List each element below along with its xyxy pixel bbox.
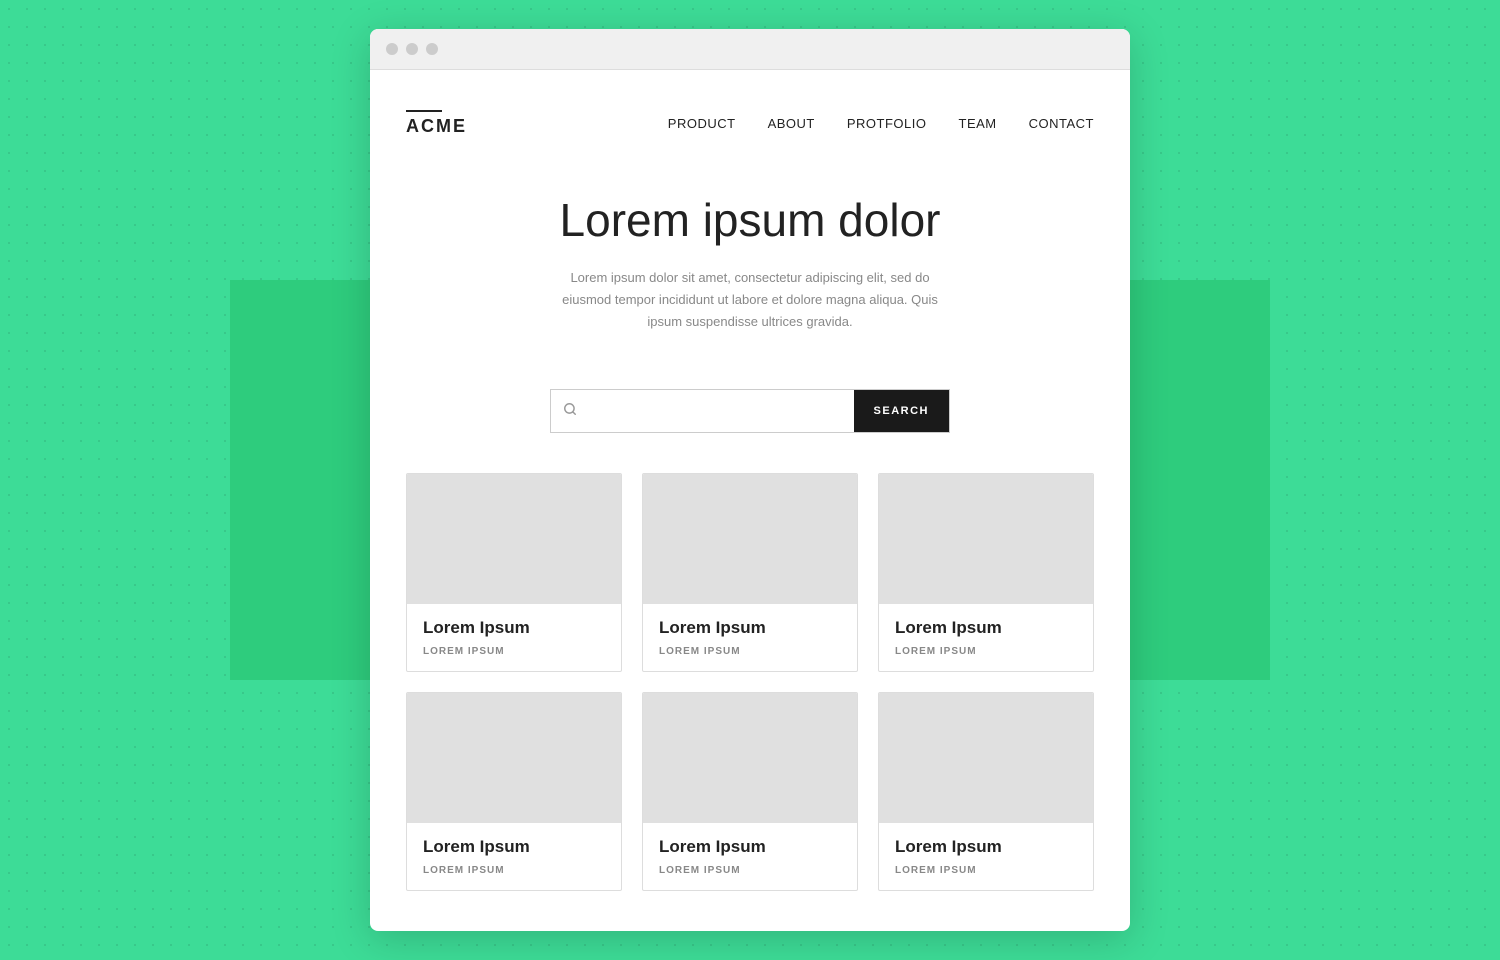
search-container: SEARCH — [406, 389, 1094, 433]
card-6-title: Lorem Ipsum — [895, 837, 1077, 857]
card-1-body: Lorem Ipsum LOREM IPSUM — [407, 604, 621, 671]
nav-link-product[interactable]: PRODUCT — [668, 116, 736, 131]
card-1-title: Lorem Ipsum — [423, 618, 605, 638]
browser-dot-green — [426, 43, 438, 55]
logo-text[interactable]: ACME — [406, 116, 467, 137]
card-1[interactable]: Lorem Ipsum LOREM IPSUM — [406, 473, 622, 672]
nav-link-about[interactable]: ABOUT — [768, 116, 815, 131]
card-3-subtitle: LOREM IPSUM — [895, 646, 1077, 657]
card-3-title: Lorem Ipsum — [895, 618, 1077, 638]
hero-subtitle: Lorem ipsum dolor sit amet, consectetur … — [560, 267, 940, 333]
search-box: SEARCH — [550, 389, 950, 433]
card-2-title: Lorem Ipsum — [659, 618, 841, 638]
card-4-title: Lorem Ipsum — [423, 837, 605, 857]
card-4[interactable]: Lorem Ipsum LOREM IPSUM — [406, 692, 622, 891]
browser-window: ACME PRODUCT ABOUT PROTFOLIO TEAM CONTAC… — [370, 29, 1130, 931]
nav-link-team[interactable]: TEAM — [959, 116, 997, 131]
card-5-body: Lorem Ipsum LOREM IPSUM — [643, 823, 857, 890]
card-5[interactable]: Lorem Ipsum LOREM IPSUM — [642, 692, 858, 891]
logo-area: ACME — [406, 110, 467, 137]
card-2-image — [643, 474, 857, 604]
hero-title: Lorem ipsum dolor — [406, 193, 1094, 247]
card-1-subtitle: LOREM IPSUM — [423, 646, 605, 657]
card-6-image — [879, 693, 1093, 823]
card-2-body: Lorem Ipsum LOREM IPSUM — [643, 604, 857, 671]
card-6-subtitle: LOREM IPSUM — [895, 865, 1077, 876]
search-icon — [563, 402, 577, 419]
browser-dot-yellow — [406, 43, 418, 55]
card-5-title: Lorem Ipsum — [659, 837, 841, 857]
card-1-image — [407, 474, 621, 604]
card-2-subtitle: LOREM IPSUM — [659, 646, 841, 657]
search-input-area — [551, 390, 854, 432]
hero-section: Lorem ipsum dolor Lorem ipsum dolor sit … — [406, 161, 1094, 361]
nav-links: PRODUCT ABOUT PROTFOLIO TEAM CONTACT — [668, 116, 1094, 131]
card-4-subtitle: LOREM IPSUM — [423, 865, 605, 876]
nav: ACME PRODUCT ABOUT PROTFOLIO TEAM CONTAC… — [406, 94, 1094, 161]
card-5-subtitle: LOREM IPSUM — [659, 865, 841, 876]
card-4-image — [407, 693, 621, 823]
card-3-body: Lorem Ipsum LOREM IPSUM — [879, 604, 1093, 671]
card-6-body: Lorem Ipsum LOREM IPSUM — [879, 823, 1093, 890]
card-3-image — [879, 474, 1093, 604]
card-6[interactable]: Lorem Ipsum LOREM IPSUM — [878, 692, 1094, 891]
nav-link-protfolio[interactable]: PROTFOLIO — [847, 116, 927, 131]
browser-chrome — [370, 29, 1130, 70]
search-input[interactable] — [585, 403, 842, 419]
nav-link-contact[interactable]: CONTACT — [1029, 116, 1094, 131]
card-grid: Lorem Ipsum LOREM IPSUM Lorem Ipsum LORE… — [406, 473, 1094, 891]
page-content: ACME PRODUCT ABOUT PROTFOLIO TEAM CONTAC… — [370, 70, 1130, 931]
logo-line — [406, 110, 442, 112]
card-3[interactable]: Lorem Ipsum LOREM IPSUM — [878, 473, 1094, 672]
search-button[interactable]: SEARCH — [854, 390, 949, 432]
card-4-body: Lorem Ipsum LOREM IPSUM — [407, 823, 621, 890]
card-2[interactable]: Lorem Ipsum LOREM IPSUM — [642, 473, 858, 672]
browser-dot-red — [386, 43, 398, 55]
card-5-image — [643, 693, 857, 823]
